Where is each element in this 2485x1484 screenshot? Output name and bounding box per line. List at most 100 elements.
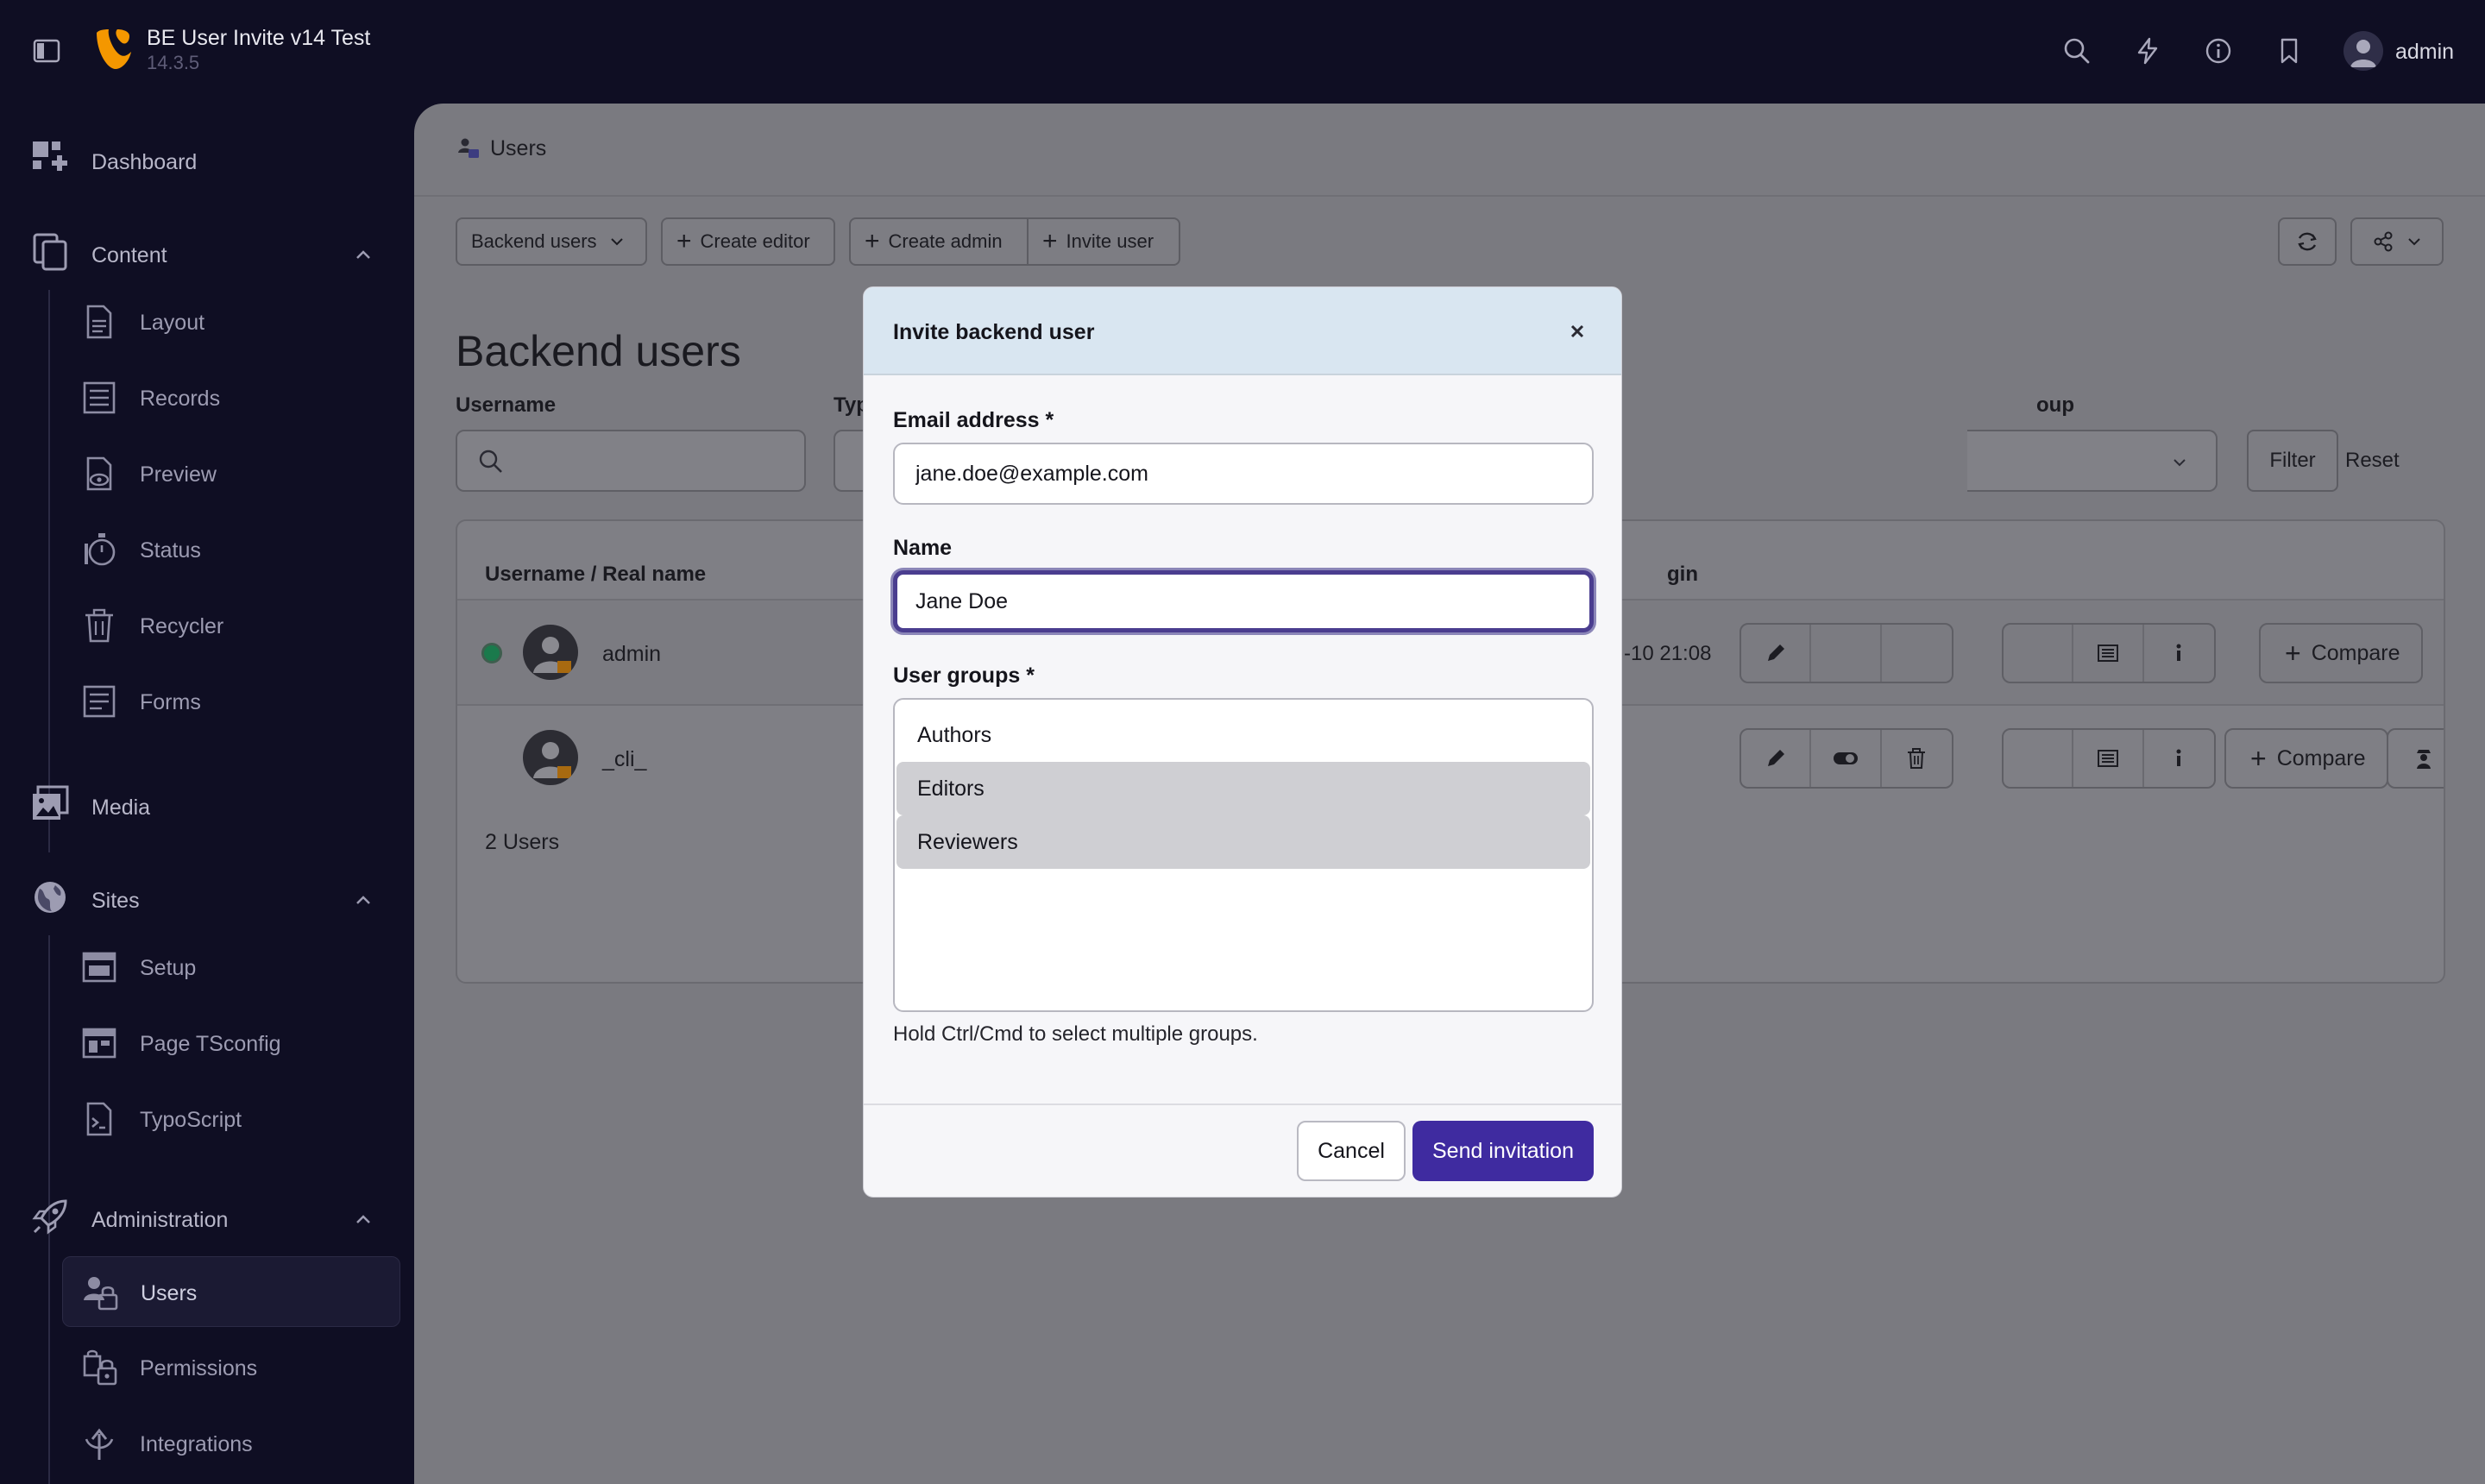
sidebar: Dashboard Content Layout Records Preview…	[0, 102, 414, 1484]
reset-button[interactable]: Reset	[2345, 449, 2400, 473]
empty-action	[2004, 625, 2074, 682]
row-last-login: -10 21:08	[1624, 642, 1712, 665]
sidebar-item-preview[interactable]: Preview	[62, 438, 400, 509]
toggle-icon[interactable]	[1811, 730, 1882, 787]
column-header-username[interactable]: Username / Real name	[485, 563, 706, 587]
info-icon[interactable]	[2144, 730, 2214, 787]
top-bar: BE User Invite v14 Test 14.3.5 admin	[0, 0, 2485, 102]
sidebar-item-integrations[interactable]: Integrations	[62, 1408, 400, 1479]
sidebar-item-permissions[interactable]: Permissions	[62, 1332, 400, 1403]
user-avatar-icon	[523, 625, 578, 680]
empty-action	[2004, 730, 2074, 787]
nav-content[interactable]: Content	[91, 243, 167, 268]
column-header-last-login[interactable]: gin	[1667, 563, 1698, 587]
nav-administration[interactable]: Administration	[91, 1208, 228, 1233]
typo3-version: 14.3.5	[147, 52, 200, 73]
sidebar-toggle-icon[interactable]	[33, 38, 60, 64]
setup-icon	[81, 949, 117, 985]
content-icon	[31, 233, 69, 271]
create-editor-button[interactable]: + Create editor	[661, 217, 835, 266]
group-filter-select[interactable]	[1967, 430, 2218, 492]
lightning-icon[interactable]	[2133, 36, 2162, 66]
module-header: Users	[414, 104, 2485, 197]
typo3-logo[interactable]	[93, 26, 135, 72]
chevron-down-icon	[2171, 454, 2188, 471]
view-select[interactable]: Backend users	[456, 217, 647, 266]
sidebar-item-recycler[interactable]: Recycler	[62, 590, 400, 661]
sidebar-item-status[interactable]: Status	[62, 514, 400, 585]
user-groups-help: Hold Ctrl/Cmd to select multiple groups.	[893, 1022, 1258, 1046]
globe-icon	[31, 878, 69, 916]
preview-icon	[81, 456, 117, 492]
sidebar-item-label: Recycler	[140, 614, 224, 638]
nav-media[interactable]: Media	[91, 795, 150, 821]
sidebar-item-label: Integrations	[140, 1432, 253, 1456]
sidebar-item-forms[interactable]: Forms	[62, 666, 400, 737]
user-avatar-icon	[523, 730, 578, 785]
trash-icon	[81, 607, 117, 644]
bookmark-icon[interactable]	[2274, 36, 2304, 66]
name-field[interactable]	[893, 570, 1594, 632]
chevron-up-icon[interactable]	[352, 1208, 374, 1230]
sidebar-item-label: Status	[140, 538, 201, 563]
compare-button[interactable]: + Compare	[2224, 728, 2388, 789]
create-admin-button[interactable]: + Create admin	[849, 217, 1029, 266]
compare-label: Compare	[2276, 745, 2366, 770]
edit-icon[interactable]	[1741, 730, 1812, 787]
group-option-reviewers[interactable]: Reviewers	[896, 815, 1590, 869]
table-footer-count: 2 Users	[485, 830, 560, 854]
sidebar-item-records[interactable]: Records	[62, 362, 400, 433]
trash-icon[interactable]	[1882, 730, 1952, 787]
sidebar-item-label: Permissions	[140, 1356, 258, 1380]
group-option-authors[interactable]: Authors	[896, 708, 1590, 762]
switch-user-icon[interactable]	[2388, 730, 2444, 787]
cancel-button[interactable]: Cancel	[1297, 1121, 1406, 1181]
reload-button[interactable]	[2278, 217, 2337, 266]
user-groups-label: User groups *	[893, 663, 1035, 688]
row-action-group	[1740, 623, 1953, 683]
user-groups-select[interactable]: Authors Editors Reviewers	[893, 698, 1594, 1012]
sidebar-item-typoscript[interactable]: TypoScript	[62, 1084, 400, 1154]
send-invitation-button[interactable]: Send invitation	[1412, 1121, 1594, 1181]
media-icon	[31, 785, 69, 823]
search-icon[interactable]	[2062, 36, 2092, 66]
create-admin-label: Create admin	[888, 230, 1003, 252]
nav-dashboard[interactable]: Dashboard	[91, 150, 197, 175]
email-field[interactable]	[893, 443, 1594, 505]
sidebar-item-page-tsconfig[interactable]: Page TSconfig	[62, 1008, 400, 1078]
row-username[interactable]: _cli_	[602, 747, 646, 772]
group-filter-label: oup	[2036, 393, 2074, 417]
page-title: Backend users	[456, 327, 741, 375]
records-icon	[81, 380, 117, 416]
permissions-icon	[81, 1349, 117, 1386]
chevron-up-icon[interactable]	[352, 889, 374, 911]
list-view-icon[interactable]	[2073, 730, 2144, 787]
compare-button[interactable]: + Compare	[2259, 623, 2423, 683]
status-icon	[81, 531, 117, 568]
sidebar-item-setup[interactable]: Setup	[62, 932, 400, 1003]
info-icon[interactable]	[2144, 625, 2214, 682]
edit-icon[interactable]	[1741, 625, 1812, 682]
close-icon[interactable]	[1564, 318, 1590, 344]
sidebar-item-layout[interactable]: Layout	[62, 286, 400, 357]
chevron-up-icon[interactable]	[352, 243, 374, 266]
breadcrumb[interactable]: Users	[490, 136, 546, 161]
username-filter-input[interactable]	[456, 430, 806, 492]
info-icon[interactable]	[2204, 36, 2233, 66]
site-name: BE User Invite v14 Test	[147, 26, 371, 50]
group-option-editors[interactable]: Editors	[896, 762, 1590, 815]
user-name[interactable]: admin	[2395, 40, 2454, 65]
online-status-icon	[481, 643, 502, 663]
view-select-label: Backend users	[471, 230, 597, 252]
list-view-icon[interactable]	[2073, 625, 2144, 682]
plus-icon: +	[1042, 227, 1058, 255]
invite-user-button[interactable]: + Invite user	[1027, 217, 1180, 266]
username-filter-label: Username	[456, 393, 557, 417]
filter-button[interactable]: Filter	[2247, 430, 2338, 492]
share-button[interactable]	[2350, 217, 2444, 266]
nav-sites[interactable]: Sites	[91, 889, 140, 914]
sidebar-item-users[interactable]: Users	[62, 1256, 400, 1327]
page-tsconfig-icon	[81, 1025, 117, 1061]
row-username[interactable]: admin	[602, 642, 661, 667]
user-avatar-icon[interactable]	[2343, 31, 2383, 71]
